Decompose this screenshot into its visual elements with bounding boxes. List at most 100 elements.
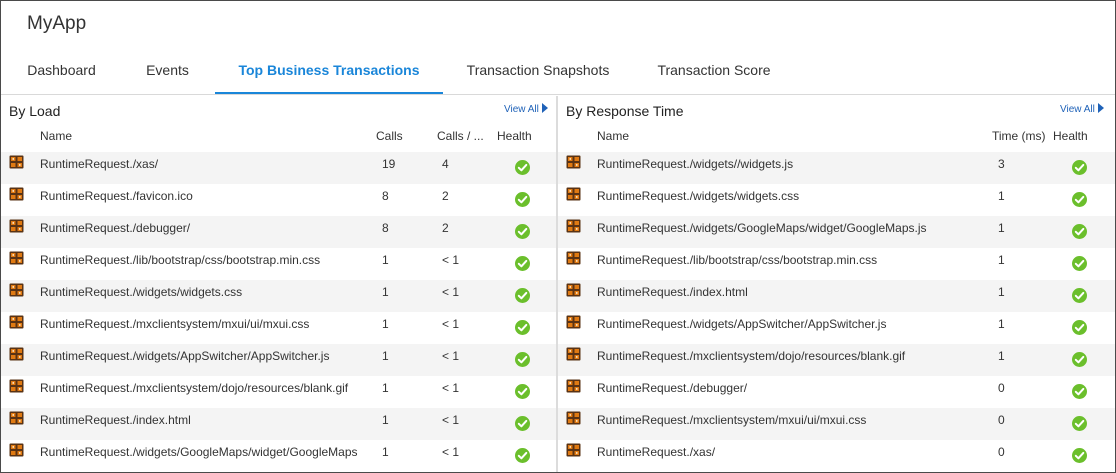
table-row[interactable]: RuntimeRequest./widgets/widgets.css 1 < 1 bbox=[1, 280, 556, 312]
tab-top-business-transactions[interactable]: Top Business Transactions bbox=[215, 59, 443, 95]
transaction-name: RuntimeRequest./favicon.ico bbox=[40, 189, 193, 203]
health-ok-icon bbox=[515, 320, 530, 335]
calls-per-value: < 1 bbox=[442, 317, 460, 331]
table-row[interactable]: RuntimeRequest./widgets/GoogleMaps/widge… bbox=[1, 440, 556, 472]
column-header-calls-per[interactable]: Calls / ... bbox=[437, 129, 484, 143]
business-transaction-icon bbox=[9, 411, 24, 425]
time-value: 1 bbox=[998, 189, 1005, 203]
table-row[interactable]: RuntimeRequest./widgets/AppSwitcher/AppS… bbox=[1, 344, 556, 376]
calls-per-value: 4 bbox=[442, 157, 449, 171]
business-transaction-icon bbox=[566, 219, 581, 233]
column-header-name[interactable]: Name bbox=[40, 129, 72, 143]
business-transaction-icon bbox=[9, 251, 24, 265]
table-row[interactable]: RuntimeRequest./lib/bootstrap/css/bootst… bbox=[558, 248, 1115, 280]
business-transaction-icon bbox=[9, 155, 24, 169]
tab-bar: Dashboard Events Top Business Transactio… bbox=[1, 59, 1115, 95]
health-ok-icon bbox=[1072, 256, 1087, 271]
table-row[interactable]: RuntimeRequest./widgets/AppSwitcher/AppS… bbox=[558, 312, 1115, 344]
tab-transaction-snapshots[interactable]: Transaction Snapshots bbox=[449, 59, 627, 92]
calls-value: 8 bbox=[382, 189, 389, 203]
panel-title-by-load: By Load bbox=[9, 103, 61, 119]
health-ok-icon bbox=[1072, 288, 1087, 303]
table-row[interactable]: RuntimeRequest./xas/0 bbox=[558, 440, 1115, 472]
business-transaction-icon bbox=[566, 443, 581, 457]
health-ok-icon bbox=[515, 160, 530, 175]
health-ok-icon bbox=[1072, 160, 1087, 175]
transaction-name: RuntimeRequest./widgets/GoogleMaps/widge… bbox=[40, 445, 358, 459]
transaction-name: RuntimeRequest./lib/bootstrap/css/bootst… bbox=[597, 253, 878, 267]
table-row[interactable]: RuntimeRequest./mxclientsystem/mxui/ui/m… bbox=[1, 312, 556, 344]
business-transaction-icon bbox=[9, 187, 24, 201]
health-ok-icon bbox=[515, 384, 530, 399]
transaction-name: RuntimeRequest./mxclientsystem/dojo/reso… bbox=[597, 349, 906, 363]
health-ok-icon bbox=[515, 288, 530, 303]
table-row[interactable]: RuntimeRequest./favicon.ico 8 2 bbox=[1, 184, 556, 216]
business-transaction-icon bbox=[566, 347, 581, 361]
time-value: 0 bbox=[998, 413, 1005, 427]
calls-per-value: < 1 bbox=[442, 445, 460, 459]
column-header-calls[interactable]: Calls bbox=[376, 129, 403, 143]
table-row[interactable]: RuntimeRequest./debugger/8 2 bbox=[1, 216, 556, 248]
view-all-label: View All bbox=[1060, 104, 1095, 115]
business-transaction-icon bbox=[566, 283, 581, 297]
column-header-time[interactable]: Time (ms) bbox=[992, 129, 1046, 143]
calls-per-value: 2 bbox=[442, 221, 449, 235]
calls-value: 1 bbox=[382, 381, 389, 395]
calls-per-value: < 1 bbox=[442, 381, 460, 395]
business-transaction-icon bbox=[9, 443, 24, 457]
table-row[interactable]: RuntimeRequest./index.html 1 < 1 bbox=[1, 408, 556, 440]
table-row[interactable]: RuntimeRequest./lib/bootstrap/css/bootst… bbox=[1, 248, 556, 280]
business-transaction-icon bbox=[9, 347, 24, 361]
transaction-name: RuntimeRequest./debugger/ bbox=[40, 221, 191, 235]
table-row[interactable]: RuntimeRequest./xas/19 4 bbox=[1, 152, 556, 184]
transaction-name: RuntimeRequest./index.html bbox=[597, 285, 748, 299]
column-header-health[interactable]: Health bbox=[497, 129, 532, 143]
business-transaction-icon bbox=[566, 411, 581, 425]
calls-per-value: < 1 bbox=[442, 413, 460, 427]
transaction-name: RuntimeRequest./debugger/ bbox=[597, 381, 748, 395]
health-ok-icon bbox=[515, 192, 530, 207]
time-value: 1 bbox=[998, 221, 1005, 235]
time-value: 0 bbox=[998, 445, 1005, 459]
transaction-name: RuntimeRequest./lib/bootstrap/css/bootst… bbox=[40, 253, 321, 267]
column-header-health[interactable]: Health bbox=[1053, 129, 1088, 143]
transaction-name: RuntimeRequest./index.html bbox=[40, 413, 191, 427]
business-transaction-icon bbox=[566, 379, 581, 393]
app-title: MyApp bbox=[27, 13, 87, 34]
tab-dashboard[interactable]: Dashboard bbox=[15, 59, 108, 92]
transaction-name: RuntimeRequest./mxclientsystem/mxui/ui/m… bbox=[597, 413, 867, 427]
table-row[interactable]: RuntimeRequest./mxclientsystem/dojo/reso… bbox=[558, 344, 1115, 376]
view-all-by-response-time-link[interactable]: View All bbox=[1060, 103, 1104, 115]
panel-title-by-response-time: By Response Time bbox=[566, 103, 684, 119]
calls-value: 1 bbox=[382, 285, 389, 299]
tab-transaction-score[interactable]: Transaction Score bbox=[641, 59, 787, 92]
calls-value: 1 bbox=[382, 253, 389, 267]
health-ok-icon bbox=[1072, 320, 1087, 335]
table-row[interactable]: RuntimeRequest./debugger/0 bbox=[558, 376, 1115, 408]
calls-per-value: < 1 bbox=[442, 349, 460, 363]
time-value: 3 bbox=[998, 157, 1005, 171]
table-row[interactable]: RuntimeRequest./mxclientsystem/dojo/reso… bbox=[1, 376, 556, 408]
transaction-name: RuntimeRequest./xas/ bbox=[40, 157, 159, 171]
health-ok-icon bbox=[515, 256, 530, 271]
table-row[interactable]: RuntimeRequest./widgets//widgets.js 3 bbox=[558, 152, 1115, 184]
by-load-panel: By Load View All Name Calls Calls / ... … bbox=[1, 96, 556, 472]
transaction-name: RuntimeRequest./widgets/AppSwitcher/AppS… bbox=[40, 349, 330, 363]
calls-value: 8 bbox=[382, 221, 389, 235]
table-row[interactable]: RuntimeRequest./widgets/widgets.css 1 bbox=[558, 184, 1115, 216]
health-ok-icon bbox=[1072, 192, 1087, 207]
transaction-name: RuntimeRequest./mxclientsystem/dojo/reso… bbox=[40, 381, 349, 395]
business-transaction-icon bbox=[9, 379, 24, 393]
column-header-name[interactable]: Name bbox=[597, 129, 629, 143]
table-row[interactable]: RuntimeRequest./index.html 1 bbox=[558, 280, 1115, 312]
time-value: 1 bbox=[998, 317, 1005, 331]
transaction-name: RuntimeRequest./xas/ bbox=[597, 445, 716, 459]
calls-per-value: < 1 bbox=[442, 285, 460, 299]
tab-events[interactable]: Events bbox=[121, 59, 214, 92]
view-all-by-load-link[interactable]: View All bbox=[504, 103, 548, 115]
by-load-table: RuntimeRequest./xas/19 4 RuntimeRequest./… bbox=[1, 152, 556, 472]
time-value: 1 bbox=[998, 349, 1005, 363]
calls-per-value: < 1 bbox=[442, 253, 460, 267]
table-row[interactable]: RuntimeRequest./mxclientsystem/mxui/ui/m… bbox=[558, 408, 1115, 440]
table-row[interactable]: RuntimeRequest./widgets/GoogleMaps/widge… bbox=[558, 216, 1115, 248]
